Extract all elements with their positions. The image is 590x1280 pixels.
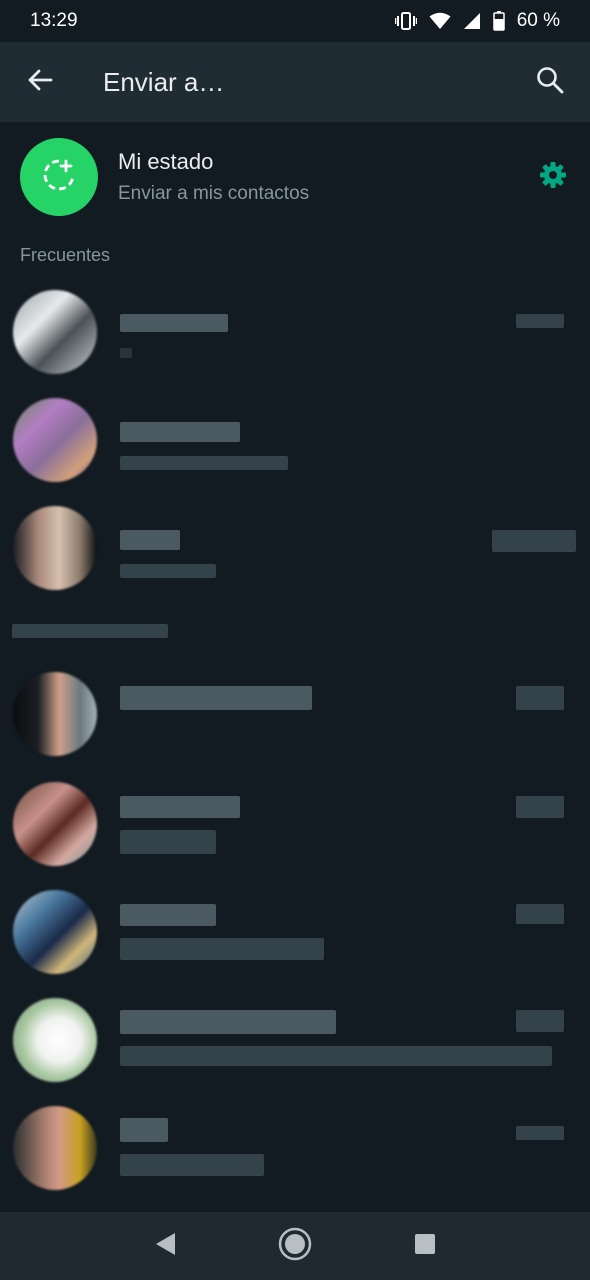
nav-back-button[interactable] [135, 1216, 195, 1276]
contact-name-redacted [120, 686, 312, 710]
contact-row[interactable] [0, 1096, 590, 1196]
contact-row[interactable] [0, 660, 590, 760]
section-frequent-label: Frecuentes [20, 245, 111, 265]
nav-back-icon [153, 1231, 177, 1262]
back-button[interactable] [0, 42, 80, 122]
status-add-icon [42, 158, 76, 197]
contact-row[interactable] [0, 282, 590, 382]
contact-info-redacted [120, 564, 216, 578]
search-button[interactable] [510, 42, 590, 122]
contact-row[interactable] [0, 772, 590, 872]
avatar [13, 782, 97, 866]
app-bar: Enviar a… [0, 42, 590, 122]
vibrate-icon [394, 11, 417, 31]
my-status-title: Mi estado [118, 149, 214, 174]
avatar [13, 890, 97, 974]
nav-recents-icon [413, 1232, 437, 1261]
contact-info-redacted [120, 348, 132, 358]
section-label-redacted [12, 624, 168, 638]
avatar [13, 398, 97, 482]
avatar [13, 1106, 97, 1190]
contact-name-redacted [120, 1010, 336, 1034]
battery-icon [492, 11, 505, 31]
contact-name-redacted [120, 422, 240, 442]
contact-info-redacted [120, 1046, 552, 1066]
status-time: 13:29 [30, 10, 78, 31]
arrow-back-icon [27, 68, 53, 97]
nav-home-icon [278, 1227, 312, 1266]
page-title: Enviar a… [103, 66, 225, 97]
avatar [13, 998, 97, 1082]
contact-info-redacted [120, 1154, 264, 1176]
contact-row[interactable] [0, 988, 590, 1088]
contact-name-redacted [120, 314, 228, 332]
contact-row[interactable] [0, 390, 590, 490]
contact-info-redacted [120, 456, 288, 470]
gear-icon [539, 161, 567, 194]
contact-info-redacted [120, 938, 324, 960]
contact-meta-redacted [492, 530, 576, 552]
contact-row[interactable] [0, 880, 590, 980]
my-status-row[interactable]: Mi estado Enviar a mis contactos [0, 122, 590, 232]
contact-name-redacted [120, 796, 240, 818]
status-icons: 60 % [394, 10, 560, 32]
avatar [13, 290, 97, 374]
contact-meta-redacted [516, 796, 564, 818]
my-status-avatar [20, 138, 98, 216]
signal-icon [463, 12, 481, 30]
avatar [13, 672, 97, 756]
nav-home-button[interactable] [265, 1216, 325, 1276]
status-bar: 13:29 60 % [0, 0, 590, 42]
contact-meta-redacted [516, 314, 564, 328]
nav-recents-button[interactable] [395, 1216, 455, 1276]
status-privacy-button[interactable] [518, 142, 588, 212]
wifi-icon [429, 12, 451, 30]
contact-meta-redacted [516, 686, 564, 710]
search-icon [536, 66, 564, 99]
contact-name-redacted [120, 530, 180, 550]
contact-meta-redacted [516, 1126, 564, 1140]
contact-meta-redacted [516, 904, 564, 924]
contact-row[interactable] [0, 498, 590, 598]
contact-name-redacted [120, 904, 216, 926]
contact-meta-redacted [516, 1010, 564, 1032]
my-status-subtitle: Enviar a mis contactos [118, 183, 310, 204]
battery-percent: 60 % [516, 10, 560, 31]
contact-info-redacted [120, 830, 216, 854]
my-status-text: Mi estado Enviar a mis contactos [118, 149, 518, 205]
system-nav-bar [0, 1212, 590, 1280]
avatar [13, 506, 97, 590]
contact-name-redacted [120, 1118, 168, 1142]
